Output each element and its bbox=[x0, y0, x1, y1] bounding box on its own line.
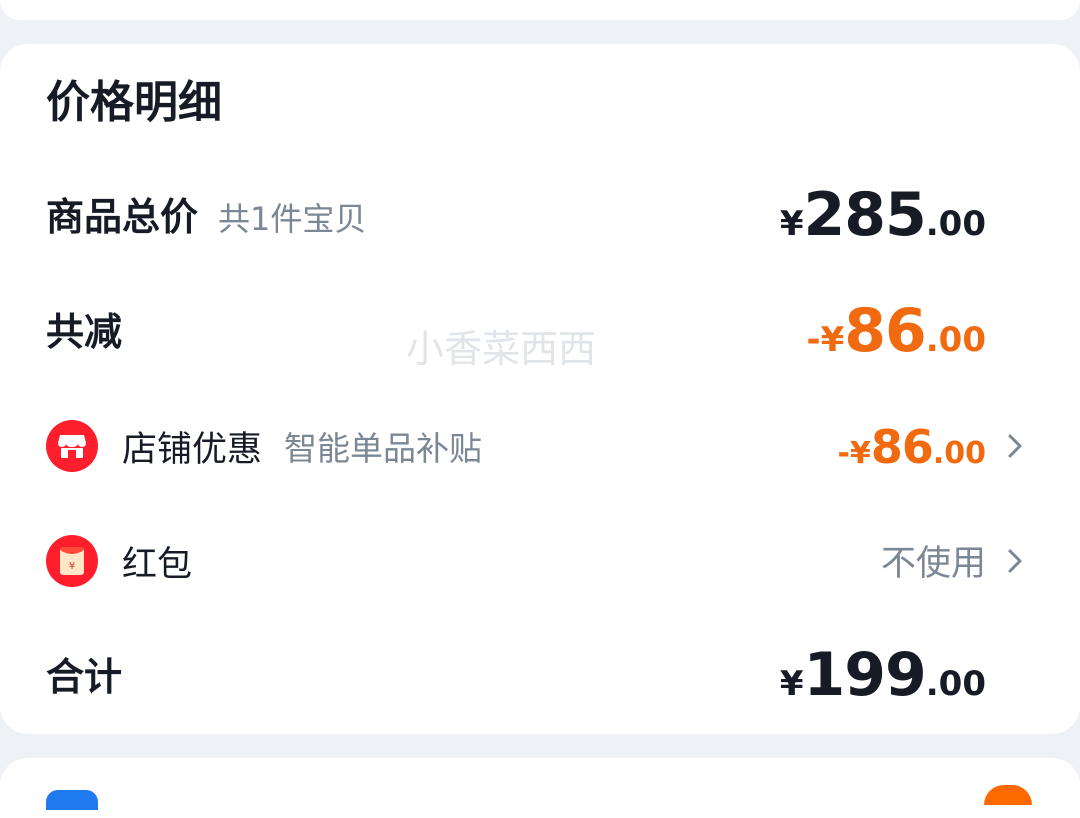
chevron-right-icon[interactable] bbox=[1004, 431, 1026, 461]
price-integer: 285 bbox=[803, 180, 927, 250]
red-packet-value[interactable]: 不使用 bbox=[881, 542, 986, 586]
red-packet-row[interactable]: ¥ 红包 bbox=[46, 535, 192, 587]
discount-sign: - bbox=[837, 436, 850, 471]
currency-symbol: ¥ bbox=[779, 204, 804, 244]
store-discount-note: 智能单品补贴 bbox=[284, 429, 483, 468]
store-discount-price[interactable]: - ¥ 86 .00 bbox=[838, 420, 987, 474]
total-discount-price: - ¥ 86 .00 bbox=[806, 296, 986, 366]
chevron-right-icon[interactable] bbox=[1004, 546, 1026, 576]
goods-count-note: 共1件宝贝 bbox=[218, 200, 367, 238]
goods-total-label-group: 商品总价 共1件宝贝 bbox=[46, 192, 366, 244]
sum-price: ¥ 199 .00 bbox=[780, 640, 986, 710]
next-card bbox=[0, 758, 1080, 818]
currency-symbol: ¥ bbox=[820, 320, 845, 360]
price-integer: 199 bbox=[803, 640, 927, 710]
store-icon bbox=[46, 420, 98, 472]
price-decimal: .00 bbox=[932, 436, 986, 471]
price-decimal: .00 bbox=[925, 320, 986, 360]
watermark: 小香菜西西 bbox=[406, 327, 597, 371]
total-discount-label-group: 共减 bbox=[46, 307, 122, 357]
currency-symbol: ¥ bbox=[779, 664, 804, 704]
red-envelope-icon: ¥ bbox=[46, 535, 98, 587]
next-card-icon bbox=[46, 790, 98, 810]
currency-symbol: ¥ bbox=[849, 436, 871, 471]
previous-card bbox=[0, 0, 1080, 20]
store-discount-label: 店铺优惠 bbox=[122, 429, 263, 470]
red-packet-label: 红包 bbox=[122, 544, 193, 585]
svg-text:¥: ¥ bbox=[69, 561, 75, 572]
price-integer: 86 bbox=[844, 296, 926, 366]
price-integer: 86 bbox=[870, 420, 934, 474]
price-detail-card bbox=[0, 44, 1080, 734]
price-decimal: .00 bbox=[925, 204, 986, 244]
sum-label-group: 合计 bbox=[46, 652, 122, 702]
price-decimal: .00 bbox=[925, 664, 986, 704]
goods-total-label: 商品总价 bbox=[46, 195, 199, 239]
store-discount-row[interactable]: 店铺优惠 智能单品补贴 bbox=[46, 420, 482, 472]
discount-sign: - bbox=[806, 320, 821, 360]
total-discount-label: 共减 bbox=[46, 310, 123, 354]
goods-total-price: ¥ 285 .00 bbox=[780, 180, 986, 250]
sum-label: 合计 bbox=[46, 655, 123, 699]
price-detail-title: 价格明细 bbox=[46, 77, 222, 128]
